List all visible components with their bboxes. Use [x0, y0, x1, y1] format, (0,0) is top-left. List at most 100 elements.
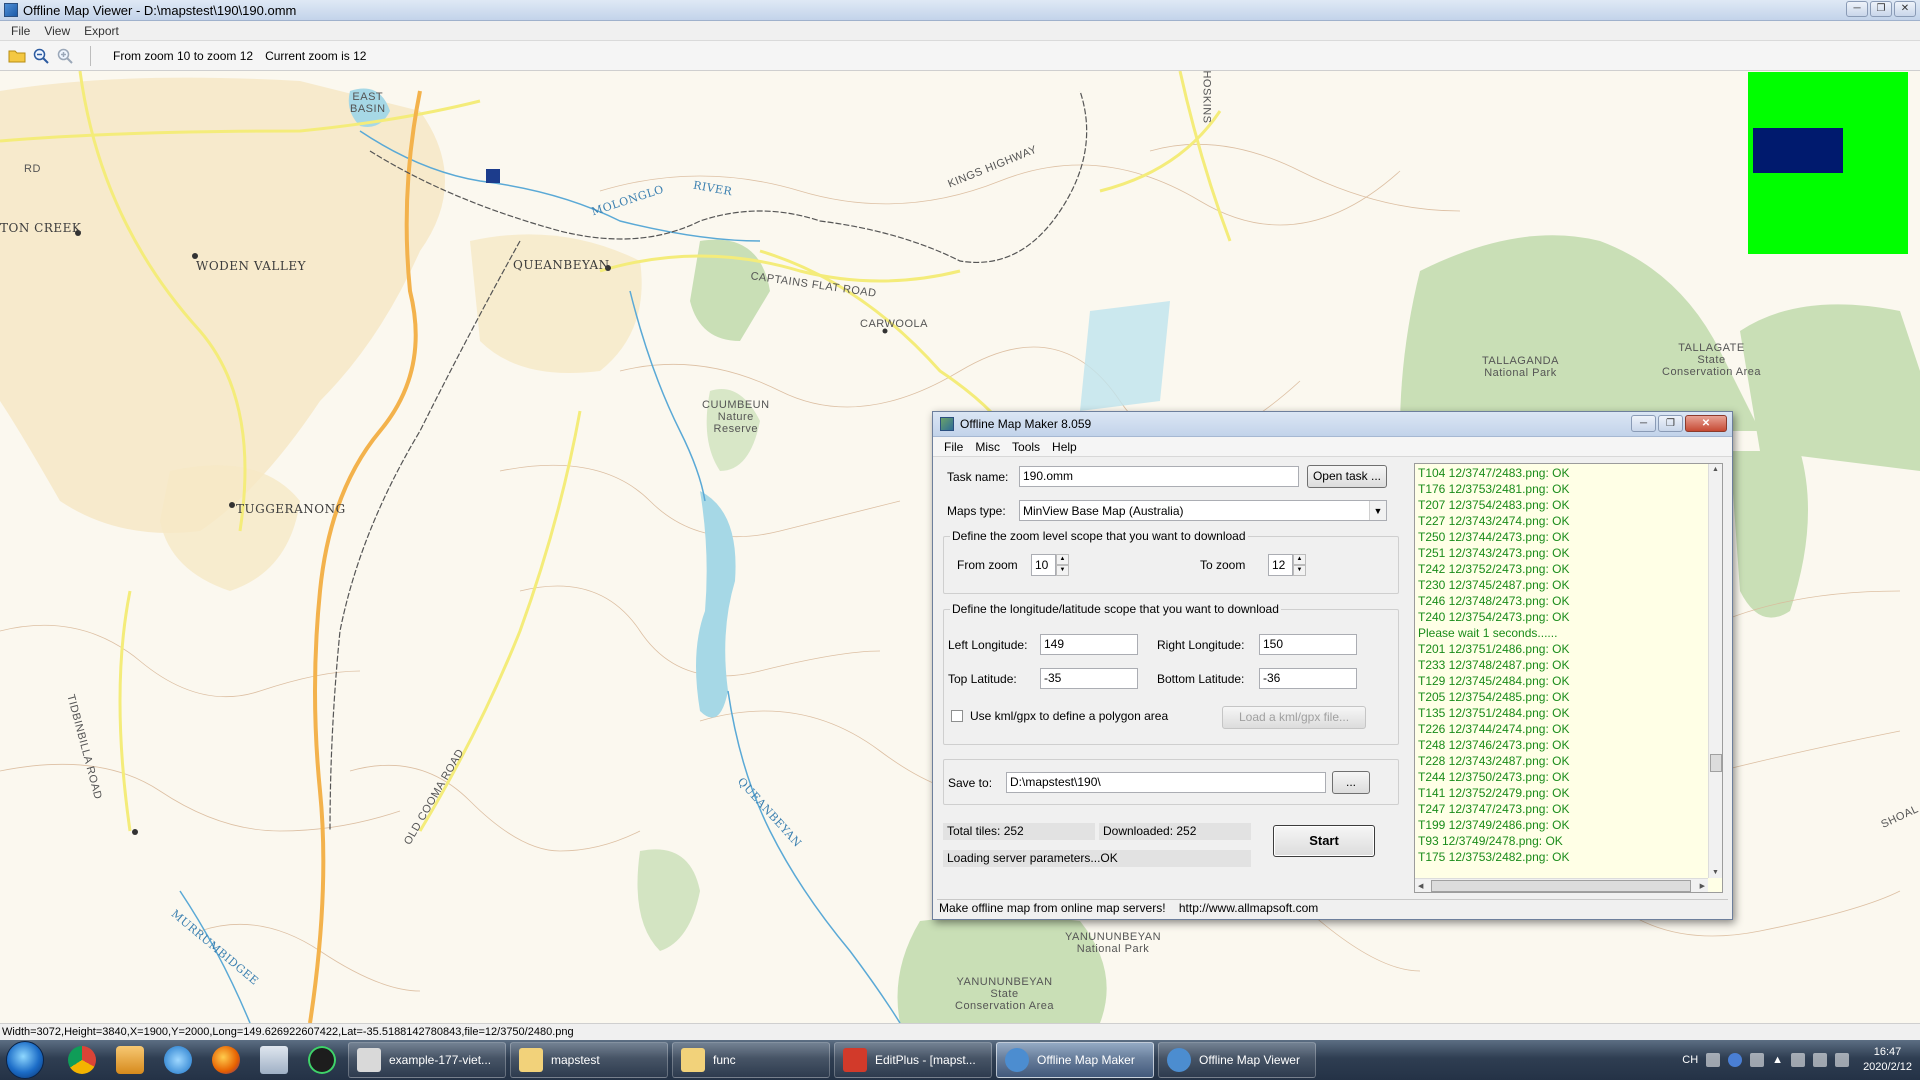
log-line: T247 12/3747/2473.png: OK [1418, 802, 1570, 816]
clock[interactable]: 16:47 2020/2/12 [1863, 1045, 1912, 1075]
spin-up-icon[interactable]: ▲ [1293, 554, 1306, 565]
flag-icon[interactable] [1791, 1053, 1806, 1067]
system-tray: CH ▲ 16:47 2020/2/12 [1682, 1040, 1912, 1080]
download-log[interactable]: T104 12/3747/2483.png: OK T176 12/3753/24… [1414, 463, 1723, 893]
viewer-menubar: File View Export [0, 21, 1920, 41]
overview-minimap[interactable] [1748, 72, 1908, 254]
spin-up-icon[interactable]: ▲ [1056, 554, 1069, 565]
chrome-icon [68, 1046, 96, 1074]
log-line: T129 12/3745/2484.png: OK [1418, 674, 1570, 688]
log-horizontal-thumb[interactable] [1431, 880, 1691, 892]
menu-view[interactable]: View [37, 24, 77, 38]
map-label-yanunbeyan-np: YANUNUNBEYAN National Park [1065, 931, 1162, 955]
bottom-latitude-input[interactable]: -36 [1259, 668, 1357, 689]
show-hidden-icons[interactable]: ▲ [1772, 1054, 1783, 1066]
task-mapstest[interactable]: mapstest [510, 1042, 668, 1078]
scroll-down-icon[interactable]: ▼ [1712, 869, 1719, 876]
log-horizontal-scrollbar[interactable]: ◀ ▶ [1415, 878, 1708, 892]
task-label: mapstest [551, 1053, 600, 1067]
scroll-left-icon[interactable]: ◀ [1418, 882, 1423, 890]
log-line: T227 12/3743/2474.png: OK [1418, 514, 1570, 528]
task-offline-map-maker[interactable]: Offline Map Maker [996, 1042, 1154, 1078]
dialog-menu-misc[interactable]: Misc [969, 440, 1006, 454]
task-name-input[interactable]: 190.omm [1019, 466, 1299, 487]
left-longitude-label: Left Longitude: [948, 637, 1028, 652]
input-language[interactable]: CH [1682, 1054, 1698, 1066]
task-label: EditPlus - [mapst... [875, 1053, 976, 1067]
keyboard-icon[interactable] [1706, 1053, 1721, 1067]
volume-icon[interactable] [1835, 1053, 1850, 1067]
pinned-ie[interactable] [154, 1041, 202, 1079]
minimize-button[interactable]: ─ [1846, 1, 1868, 17]
kml-checkbox[interactable] [951, 710, 963, 722]
network-icon[interactable] [1813, 1053, 1828, 1067]
map-label-carwoola: CARWOOLA [860, 318, 928, 330]
dialog-minimize-button[interactable]: ─ [1631, 415, 1656, 432]
save-to-label: Save to: [948, 775, 993, 790]
current-zoom-text: Current zoom is 12 [265, 48, 367, 63]
help-icon[interactable] [1728, 1053, 1743, 1067]
to-zoom-spinner[interactable]: 12 ▲ ▼ [1268, 554, 1306, 576]
log-line: T244 12/3750/2473.png: OK [1418, 770, 1570, 784]
pinned-firefox[interactable] [202, 1041, 250, 1079]
start-button[interactable]: Start [1273, 825, 1375, 857]
task-label: Offline Map Maker [1037, 1053, 1135, 1067]
spin-down-icon[interactable]: ▼ [1293, 565, 1306, 576]
pinned-media-player[interactable] [106, 1041, 154, 1079]
task-func[interactable]: func [672, 1042, 830, 1078]
media-player-icon [116, 1046, 144, 1074]
map-label-cuumbeun: CUUMBEUN Nature Reserve [702, 399, 770, 435]
save-to-input[interactable]: D:\mapstest\190\ [1006, 772, 1326, 793]
open-task-button[interactable]: Open task ... [1307, 465, 1387, 488]
browse-button[interactable]: ... [1332, 771, 1370, 794]
dropdown-arrow-icon[interactable]: ▼ [1369, 501, 1386, 520]
top-latitude-input[interactable]: -35 [1040, 668, 1138, 689]
from-zoom-label: From zoom [957, 558, 1018, 572]
dialog-menu-tools[interactable]: Tools [1006, 440, 1046, 454]
from-zoom-spinner[interactable]: 10 ▲ ▼ [1031, 554, 1069, 576]
right-longitude-input[interactable]: 150 [1259, 634, 1357, 655]
to-zoom-value[interactable]: 12 [1268, 554, 1293, 576]
right-longitude-label: Right Longitude: [1157, 637, 1245, 652]
log-line: T175 12/3753/2482.png: OK [1418, 850, 1570, 864]
pinned-chrome[interactable] [58, 1041, 106, 1079]
scroll-right-icon[interactable]: ▶ [1700, 882, 1705, 890]
spin-down-icon[interactable]: ▼ [1056, 565, 1069, 576]
dialog-close-button[interactable]: ✕ [1685, 415, 1727, 432]
load-kml-button[interactable]: Load a kml/gpx file... [1222, 706, 1366, 729]
window-controls: ─ ❐ ✕ [1846, 1, 1916, 17]
log-line: T104 12/3747/2483.png: OK [1418, 466, 1570, 480]
left-longitude-input[interactable]: 149 [1040, 634, 1138, 655]
start-button[interactable] [6, 1041, 44, 1079]
overview-viewport-rect[interactable] [1753, 128, 1843, 173]
log-line: T250 12/3744/2473.png: OK [1418, 530, 1570, 544]
from-zoom-value[interactable]: 10 [1031, 554, 1056, 576]
save-to-group: Save to: D:\mapstest\190\ ... [943, 759, 1399, 805]
dialog-menu-help[interactable]: Help [1046, 440, 1083, 454]
menu-file[interactable]: File [4, 24, 37, 38]
zoom-out-button[interactable] [30, 45, 52, 67]
pinned-calculator[interactable] [250, 1041, 298, 1079]
settings-icon[interactable] [1750, 1053, 1765, 1067]
task-example[interactable]: example-177-viet... [348, 1042, 506, 1078]
dialog-maximize-button[interactable]: ❐ [1658, 415, 1683, 432]
scroll-up-icon[interactable]: ▲ [1712, 466, 1719, 473]
log-line: T205 12/3754/2485.png: OK [1418, 690, 1570, 704]
pinned-nox[interactable] [298, 1041, 346, 1079]
loading-status-readout: Loading server parameters...OK [943, 850, 1251, 867]
open-folder-button[interactable] [6, 45, 28, 67]
log-vertical-thumb[interactable] [1710, 754, 1722, 772]
zoom-in-button[interactable] [54, 45, 76, 67]
map-label-tallaganda-sca: TALLAGATE State Conservation Area [1662, 342, 1761, 378]
viewer-titlebar: Offline Map Viewer - D:\mapstest\190\190… [0, 0, 1920, 21]
dialog-menu-file[interactable]: File [938, 440, 969, 454]
maps-type-select[interactable]: MinView Base Map (Australia) ▼ [1019, 500, 1387, 521]
log-line: T141 12/3752/2479.png: OK [1418, 786, 1570, 800]
task-offline-map-viewer[interactable]: Offline Map Viewer [1158, 1042, 1316, 1078]
downloaded-readout: Downloaded: 252 [1099, 823, 1251, 840]
menu-export[interactable]: Export [77, 24, 126, 38]
log-vertical-scrollbar[interactable]: ▲ ▼ [1708, 464, 1722, 878]
maximize-button[interactable]: ❐ [1870, 1, 1892, 17]
task-editplus[interactable]: EditPlus - [mapst... [834, 1042, 992, 1078]
close-button[interactable]: ✕ [1894, 1, 1916, 17]
